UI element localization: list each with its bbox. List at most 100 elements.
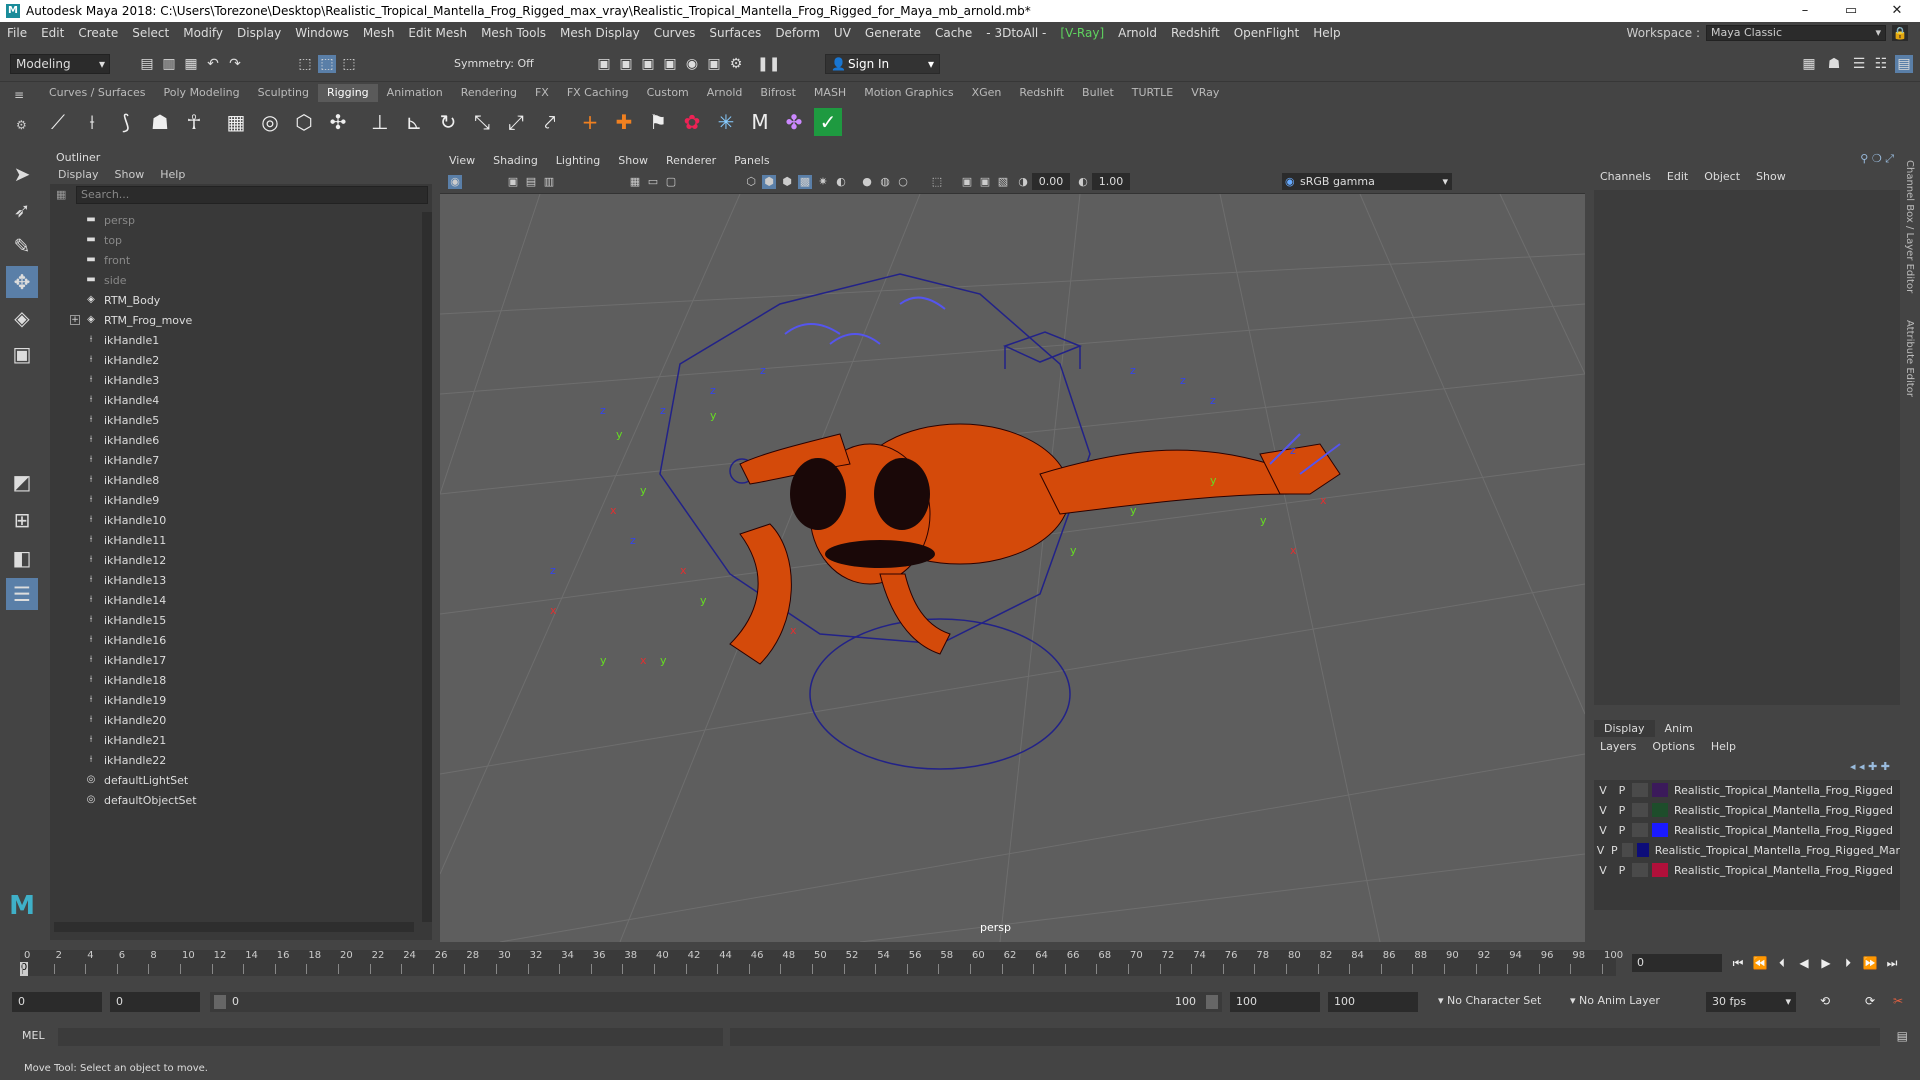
channel-box-content[interactable] (1594, 190, 1900, 705)
channel-box-toggle-icons[interactable]: ⚲ ❍ ⤢ (1860, 152, 1894, 166)
outliner-item[interactable]: ⟊ ikHandle10 (50, 510, 422, 530)
script-editor-icon[interactable]: ▤ (1897, 1029, 1908, 1043)
human-ik-icon[interactable]: ☗ (1825, 55, 1843, 73)
move-tool-icon[interactable]: ✥ (6, 266, 38, 298)
parent-constraint-icon[interactable]: ⊥ (366, 108, 394, 136)
quick-rig-icon[interactable]: ☗ (146, 108, 174, 136)
maximize-button[interactable]: ▭ (1828, 0, 1874, 22)
expand-icon[interactable]: + (70, 315, 80, 325)
go-to-start-icon[interactable]: ⏮ (1728, 954, 1748, 972)
hypershade-icon[interactable]: ◉ (683, 55, 701, 73)
select-camera-icon[interactable]: ◉ (448, 175, 462, 189)
menu-arnold[interactable]: Arnold (1111, 26, 1164, 40)
outliner-item[interactable]: ⟊ ikHandle12 (50, 550, 422, 570)
color-space-dropdown[interactable]: ◉ sRGB gamma ▾ (1282, 173, 1452, 190)
bind-skin-icon[interactable]: ▦ (222, 108, 250, 136)
wrap-deformer-icon[interactable]: ✿ (678, 108, 706, 136)
animation-end-field[interactable]: 100 (1328, 992, 1418, 1012)
layer-color-swatch[interactable] (1637, 843, 1649, 857)
outliner-item[interactable]: ⟊ ikHandle7 (50, 450, 422, 470)
xray-joints-icon[interactable]: ▣ (978, 175, 992, 189)
save-scene-icon[interactable]: ▦ (182, 55, 200, 73)
pole-vector-icon[interactable]: ⤤ (536, 108, 564, 136)
time-slider-track[interactable]: 0 0 2 4 6 8 10 12 14 16 18 20 22 24 26 28 30 32 34 36 38 40 4… (20, 950, 1623, 976)
outliner-item[interactable]: ◈ RTM_Body (50, 290, 422, 310)
outliner-item[interactable]: ⟊ ikHandle20 (50, 710, 422, 730)
cb-menu-show[interactable]: Show (1748, 168, 1794, 186)
shelf-tab-sculpting[interactable]: Sculpting (249, 84, 318, 102)
wireframe-icon[interactable]: ⬡ (744, 175, 758, 189)
shelf-tab-bifrost[interactable]: Bifrost (751, 84, 805, 102)
shelf-tab-motion-graphics[interactable]: Motion Graphics (855, 84, 962, 102)
close-button[interactable]: ✕ (1874, 0, 1920, 22)
single-perspective-layout-icon[interactable]: ◩ (6, 466, 38, 498)
outliner-menu-show[interactable]: Show (107, 166, 153, 184)
exposure-icon[interactable]: ◑ (1016, 175, 1030, 189)
isolate-select-icon[interactable]: ⬚ (930, 175, 944, 189)
vp-menu-renderer[interactable]: Renderer (657, 152, 725, 170)
layer-color-swatch[interactable] (1652, 863, 1668, 877)
layer-menu-help[interactable]: Help (1703, 740, 1744, 753)
vp-menu-view[interactable]: View (440, 152, 484, 170)
shelf-menu-icon[interactable]: ≡ (14, 88, 28, 102)
outliner-item[interactable]: ⟊ ikHandle21 (50, 730, 422, 750)
shelf-tab-bullet[interactable]: Bullet (1073, 84, 1123, 102)
set-driven-key-icon[interactable]: ✚ (610, 108, 638, 136)
menu-windows[interactable]: Windows (288, 26, 356, 40)
layer-type-toggle[interactable] (1632, 803, 1648, 817)
outliner-item[interactable]: ▬ front (50, 250, 422, 270)
outliner-menu-help[interactable]: Help (152, 166, 193, 184)
menu-uv[interactable]: UV (827, 26, 858, 40)
aim-constraint-icon[interactable]: ⤢ (502, 108, 530, 136)
outliner-search-input[interactable]: Search... (76, 186, 428, 204)
outliner-item[interactable]: ▬ side (50, 270, 422, 290)
shelf-tab-curves-surfaces[interactable]: Curves / Surfaces (40, 84, 155, 102)
paint-weights-icon[interactable]: ✤ (780, 108, 808, 136)
step-forward-key-icon[interactable]: ⏵ (1838, 954, 1858, 972)
layer-row[interactable]: V P Realistic_Tropical_Mantella_Frog_Rigge… (1594, 860, 1900, 880)
current-frame-field[interactable]: 0 (1632, 954, 1722, 972)
orient-constraint-icon[interactable]: ↻ (434, 108, 462, 136)
outliner-item[interactable]: ⟊ ikHandle19 (50, 690, 422, 710)
outliner-item[interactable]: ⟊ ikHandle18 (50, 670, 422, 690)
menu-generate[interactable]: Generate (858, 26, 928, 40)
outliner-item[interactable]: ⟊ ikHandle13 (50, 570, 422, 590)
outliner-item[interactable]: ◎ defaultObjectSet (50, 790, 422, 810)
layer-menu-layers[interactable]: Layers (1592, 740, 1644, 753)
outliner-item[interactable]: ▬ persp (50, 210, 422, 230)
menu-3dtoall[interactable]: - 3DtoAll - (979, 26, 1053, 40)
layer-visibility-toggle[interactable]: V (1594, 844, 1607, 857)
layer-playback-toggle[interactable]: P (1612, 804, 1632, 817)
wireframe-on-shaded-icon[interactable]: ⬢ (780, 175, 794, 189)
menu-display[interactable]: Display (230, 26, 288, 40)
cb-menu-object[interactable]: Object (1696, 168, 1748, 186)
lasso-tool-icon[interactable]: ➶ (6, 194, 38, 226)
range-start-handle[interactable] (214, 995, 226, 1009)
loop-icon[interactable]: ⟲ (1815, 992, 1835, 1010)
layer-playback-toggle[interactable]: P (1612, 864, 1632, 877)
menu-mesh-display[interactable]: Mesh Display (553, 26, 647, 40)
layer-visibility-toggle[interactable]: V (1594, 864, 1612, 877)
shelf-tab-turtle[interactable]: TURTLE (1123, 84, 1182, 102)
undo-icon[interactable]: ↶ (204, 55, 222, 73)
lattice-icon[interactable]: ⬡ (290, 108, 318, 136)
shelf-tab-arnold[interactable]: Arnold (698, 84, 752, 102)
menu-edit[interactable]: Edit (34, 26, 71, 40)
minimize-button[interactable]: – (1782, 0, 1828, 22)
sign-in-button[interactable]: 👤 Sign In ▾ (825, 54, 940, 74)
menu-select[interactable]: Select (125, 26, 176, 40)
viewport-panel[interactable]: View Shading Lighting Show Renderer Pane… (440, 152, 1585, 942)
outliner-item[interactable]: ⟊ ikHandle14 (50, 590, 422, 610)
render-sequence-icon[interactable]: ▣ (617, 55, 635, 73)
layer-visibility-toggle[interactable]: V (1594, 784, 1612, 797)
range-slider[interactable]: 0 100 (210, 992, 1222, 1012)
shadows-icon[interactable]: ◐ (834, 175, 848, 189)
outliner-item[interactable]: + ◈ RTM_Frog_move (50, 310, 422, 330)
paint-select-icon[interactable]: ✎ (6, 230, 38, 262)
outliner-item[interactable]: ⟊ ikHandle17 (50, 650, 422, 670)
layer-color-swatch[interactable] (1652, 823, 1668, 837)
layer-row[interactable]: V P Realistic_Tropical_Mantella_Frog_Rigge… (1594, 840, 1900, 860)
outliner-layout-icon[interactable]: ☰ (6, 578, 38, 610)
layer-playback-toggle[interactable]: P (1612, 784, 1632, 797)
menu-cache[interactable]: Cache (928, 26, 979, 40)
